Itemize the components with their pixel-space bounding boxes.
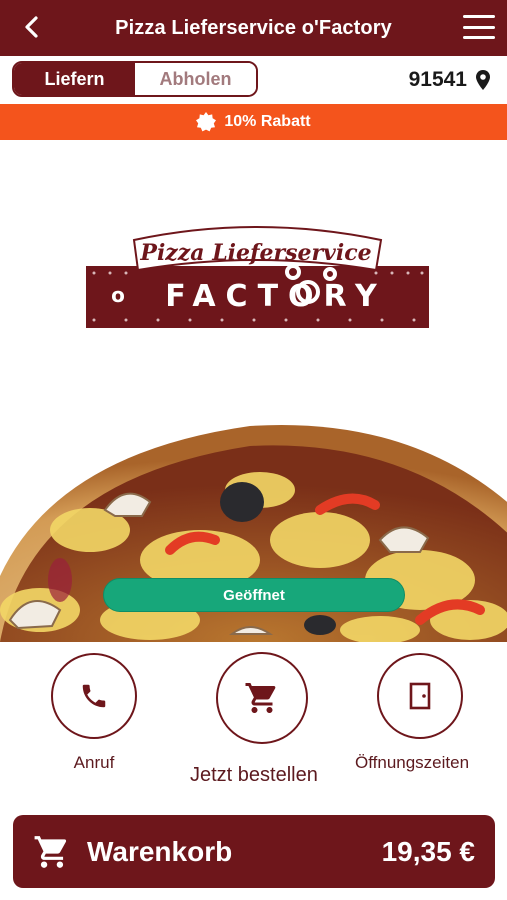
mode-option-deliver[interactable]: Liefern: [14, 63, 135, 95]
cart-total: 19,35 €: [381, 835, 475, 867]
opening-hours-button[interactable]: Öffnungszeiten: [355, 653, 469, 773]
page-title: Pizza Lieferservice o'Factory: [115, 16, 392, 39]
mode-option-pickup[interactable]: Abholen: [135, 63, 256, 95]
logo-prefix: o: [111, 283, 125, 307]
hamburger-menu-icon: [463, 15, 495, 18]
discount-banner[interactable]: 10% Rabatt: [0, 104, 507, 140]
order-now-label: Jetzt bestellen: [190, 764, 318, 786]
opening-hours-label: Öffnungszeiten: [355, 753, 470, 772]
phone-icon: [82, 684, 106, 708]
back-button[interactable]: [14, 10, 48, 44]
menu-button[interactable]: [461, 12, 497, 42]
discount-text: 10% Rabatt: [224, 113, 311, 130]
chevron-left-icon: [25, 16, 38, 38]
quick-actions: Anruf Jetzt bestellen Öffnungszeiten: [0, 648, 507, 798]
delivery-mode-toggle: Liefern Abholen: [12, 61, 258, 97]
logo-line-2: FACTORY: [165, 279, 386, 314]
cart-icon: [245, 683, 276, 713]
logo-line-1: Pizza Lieferservice: [139, 240, 371, 266]
restaurant-logo: Pizza Lieferservice o FACTORY: [86, 220, 429, 330]
order-now-button[interactable]: Jetzt bestellen: [190, 652, 318, 787]
cart-button[interactable]: Warenkorb 19,35 €: [13, 815, 495, 888]
call-label: Anruf: [73, 753, 115, 772]
call-button[interactable]: Anruf: [51, 653, 137, 773]
badge-icon: [196, 112, 217, 132]
postal-code-selector[interactable]: 91541: [409, 66, 491, 94]
postal-code: 91541: [408, 68, 467, 91]
map-pin-icon: [476, 70, 490, 90]
cart-label: Warenkorb: [87, 835, 233, 867]
app-header: Pizza Lieferservice o'Factory: [0, 0, 507, 56]
door-icon: [409, 682, 431, 710]
status-badge: Geöffnet: [103, 578, 405, 612]
cart-icon: [34, 835, 67, 868]
mode-bar: Liefern Abholen 91541: [0, 56, 507, 104]
